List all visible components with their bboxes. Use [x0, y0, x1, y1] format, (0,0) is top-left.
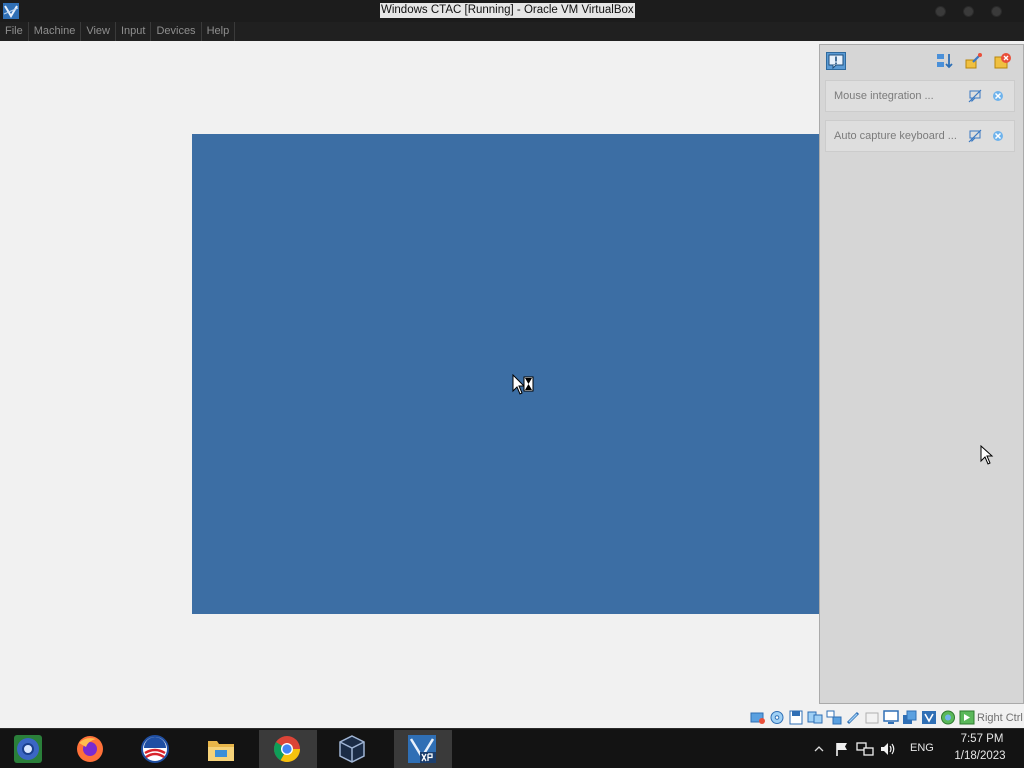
virtualbox-xp-icon: [408, 735, 436, 763]
clock-date[interactable]: 1/18/2023: [944, 750, 1016, 762]
clock-time[interactable]: 7:57 PM: [952, 733, 1012, 745]
window-title: Windows CTAC [Running] - Oracle VM Virtu…: [380, 3, 635, 18]
status-bar: Right Ctrl: [0, 706, 1024, 728]
notification-mouse-integration[interactable]: Mouse integration ...: [825, 80, 1015, 112]
cpu-icon[interactable]: [921, 710, 937, 725]
network-icon[interactable]: [856, 741, 874, 757]
notification-label: Auto capture keyboard ...: [834, 130, 957, 142]
usb-icon[interactable]: [845, 710, 861, 725]
taskbar: ENG 7:57 PM 1/18/2023: [0, 728, 1024, 768]
hard-disk-icon[interactable]: [750, 710, 766, 725]
keep-finished-icon[interactable]: [965, 52, 983, 70]
notification-center: Mouse integration ... Auto capture keybo…: [819, 44, 1024, 704]
chrome-beta-icon: [14, 735, 42, 763]
action-center-flag-icon[interactable]: [833, 741, 851, 757]
recording-icon[interactable]: [902, 710, 918, 725]
do-not-show-again-icon[interactable]: [968, 89, 982, 103]
shared-folders-icon[interactable]: [864, 710, 880, 725]
close-icon[interactable]: [991, 129, 1005, 143]
maximize-button[interactable]: [963, 6, 974, 17]
menu-file[interactable]: File: [0, 22, 29, 41]
close-icon[interactable]: [991, 89, 1005, 103]
taskbar-app-obama-logo[interactable]: [127, 730, 185, 768]
notification-label: Mouse integration ...: [834, 90, 934, 102]
optical-drive-icon[interactable]: [769, 710, 785, 725]
menu-help[interactable]: Help: [202, 22, 236, 41]
taskbar-app-google-chrome[interactable]: [259, 730, 317, 768]
virtualbox-manager-icon: [339, 735, 365, 763]
close-button[interactable]: [991, 6, 1002, 17]
menu-view[interactable]: View: [81, 22, 116, 41]
audio-icon[interactable]: [807, 710, 823, 725]
taskbar-app-chrome-beta[interactable]: [0, 730, 58, 768]
network-icon[interactable]: [826, 710, 842, 725]
menu-input[interactable]: Input: [116, 22, 152, 41]
notification-icon[interactable]: [826, 52, 846, 70]
title-bar[interactable]: Windows CTAC [Running] - Oracle VM Virtu…: [0, 0, 1024, 22]
virtualbox-icon: [3, 3, 19, 19]
obama-logo-icon: [141, 735, 169, 763]
guest-additions-icon[interactable]: [940, 710, 956, 725]
minimize-button[interactable]: [935, 6, 946, 17]
do-not-show-again-icon[interactable]: [968, 129, 982, 143]
menu-bar: File Machine View Input Devices Help: [0, 22, 1024, 41]
taskbar-app-windows-ctac-vm[interactable]: [394, 730, 452, 768]
taskbar-app-file-explorer[interactable]: [193, 730, 251, 768]
floppy-icon[interactable]: [788, 710, 804, 725]
mouse-cursor-icon: [980, 445, 994, 465]
notification-auto-capture-keyboard[interactable]: Auto capture keyboard ...: [825, 120, 1015, 152]
file-explorer-icon: [208, 741, 234, 761]
firefox-icon: [77, 736, 103, 762]
input-language-indicator[interactable]: ENG: [910, 742, 934, 754]
chrome-icon: [273, 736, 301, 763]
taskbar-app-firefox[interactable]: [62, 730, 120, 768]
capture-icon[interactable]: [959, 710, 975, 725]
show-hidden-icons-chevron[interactable]: [810, 741, 828, 757]
sort-icon[interactable]: [936, 52, 954, 70]
menu-machine[interactable]: Machine: [29, 22, 82, 41]
busy-cursor-icon: [512, 374, 534, 395]
display-icon[interactable]: [883, 710, 899, 725]
menu-devices[interactable]: Devices: [151, 22, 202, 41]
volume-icon[interactable]: [879, 741, 897, 757]
host-key-label[interactable]: Right Ctrl: [977, 712, 1023, 724]
guest-display[interactable]: [192, 134, 830, 614]
taskbar-app-virtualbox-manager[interactable]: [324, 730, 382, 768]
status-indicators: [750, 710, 975, 725]
delete-all-icon[interactable]: [994, 52, 1012, 70]
